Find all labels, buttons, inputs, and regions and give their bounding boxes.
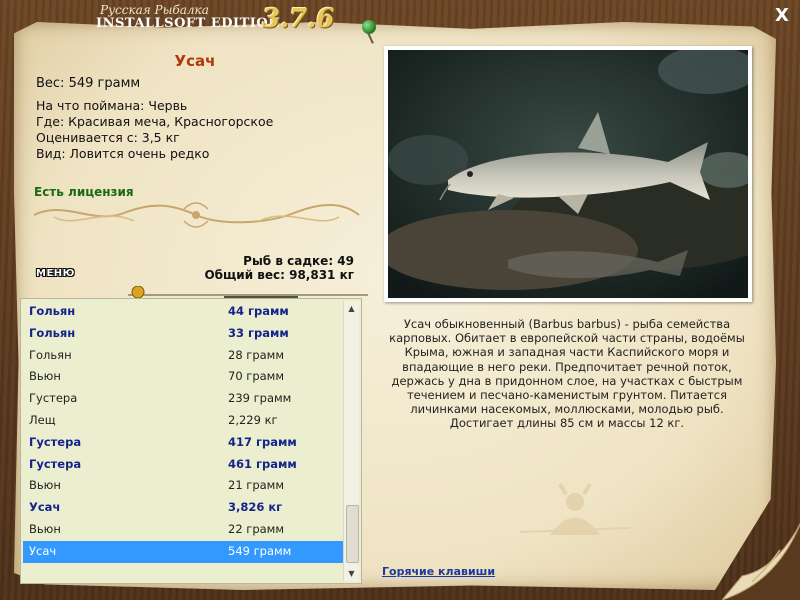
catch-item-weight: 549 грамм [228,543,292,558]
catch-list-item[interactable]: Усач 3,826 кг [23,497,343,519]
catch-item-name: Гольян [29,304,76,318]
catch-list-item[interactable]: Густера 461 грамм [23,454,343,476]
catch-item-weight: 239 грамм [228,391,292,406]
fish-name: Усач [174,52,216,70]
catch-list[interactable]: Гольян 44 грамм Гольян 33 грамм Гольян 28 гра… [20,298,362,584]
ornament-divider [33,202,360,228]
fisherman-watermark-icon [520,482,630,535]
catch-item-weight: 417 грамм [228,434,297,449]
catch-item-weight: 3,826 кг [228,500,283,515]
catch-item-name: Вьюн [29,521,61,536]
catch-item-weight: 70 грамм [228,369,285,384]
catch-list-item[interactable]: Гольян 44 грамм [23,301,343,323]
catch-item-name: Вьюн [29,478,61,493]
barbel-fish-photo [388,50,748,298]
title-subtitle: Русская Рыбалка [100,3,209,17]
catch-item-weight: 33 грамм [228,325,289,340]
fish-count: Рыб в садке: 49 [243,254,354,268]
catch-item-name: Гольян [29,347,72,362]
menu-button[interactable]: МЕНЮ [36,268,75,279]
catch-item-name: Густера [29,456,82,471]
scroll-up-arrow-icon[interactable]: ▲ [344,301,359,316]
catch-item-weight: 2,229 кг [228,412,278,427]
list-scrollbar[interactable]: ▲ ▼ [343,301,359,581]
catch-list-item[interactable]: Вьюн 70 грамм [23,366,343,388]
catch-list-item[interactable]: Усач 549 грамм [23,540,343,563]
catch-item-name: Вьюн [29,369,61,384]
catch-item-weight: 21 грамм [228,478,285,493]
catch-item-name: Лещ [29,412,56,427]
fish-weight: Вес: 549 грамм [36,76,141,91]
total-weight: Общий вес: 98,831 кг [204,268,354,282]
catch-list-item[interactable]: Густера 239 грамм [23,388,343,410]
catch-item-weight: 28 грамм [228,347,285,362]
title-version: 3.7.6 [262,4,335,34]
fish-location: Где: Красивая меча, Красногорское [36,114,274,129]
page-curl-icon [722,522,800,600]
app-window: Русская Рыбалка INSTALLSOFT EDITION 3.7.… [0,0,800,600]
catch-item-name: Гольян [29,325,76,340]
catch-item-weight: 22 грамм [228,521,285,536]
catch-list-item[interactable]: Густера 417 грамм [23,432,343,454]
catch-list-rows: Гольян 44 грамм Гольян 33 грамм Гольян 28 гра… [23,301,343,581]
fish-bait: На что поймана: Червь [36,98,188,113]
catch-item-name: Густера [29,391,78,406]
fish-photo-frame [384,46,752,302]
title-bar: Русская Рыбалка INSTALLSOFT EDITION 3.7.… [0,0,800,36]
scrollbar-thumb[interactable] [346,505,359,563]
catch-item-weight: 461 грамм [228,456,297,471]
fish-rarity: Вид: Ловится очень редко [36,146,210,161]
catch-list-item[interactable]: Гольян 33 грамм [23,323,343,345]
title-edition: INSTALLSOFT EDITION [96,16,281,31]
catch-item-weight: 44 грамм [228,304,289,318]
catch-list-item[interactable]: Вьюн 21 грамм [23,475,343,497]
catch-item-name: Усач [29,500,61,515]
green-pin-icon [362,20,376,34]
fish-description: Усач обыкновенный (Barbus barbus) - рыба… [389,317,745,431]
catch-item-name: Густера [29,434,82,449]
close-button[interactable]: X [772,6,792,26]
scroll-down-arrow-icon[interactable]: ▼ [344,566,359,581]
catch-item-name: Усач [29,543,57,558]
catch-list-item[interactable]: Лещ 2,229 кг [23,410,343,432]
fish-price: Оценивается с: 3,5 кг [36,130,180,145]
catch-list-item[interactable]: Гольян 28 грамм [23,345,343,367]
hotkeys-link[interactable]: Горячие клавиши [382,565,495,578]
catch-list-item[interactable]: Вьюн 22 грамм [23,519,343,541]
